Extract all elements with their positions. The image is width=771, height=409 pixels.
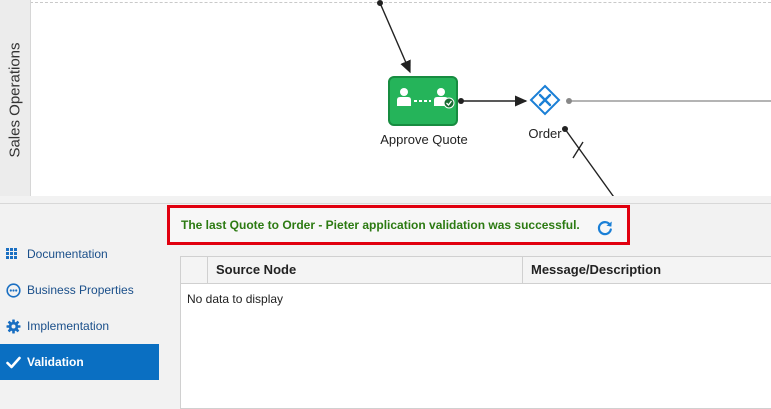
canvas-divider [0,196,771,203]
flow-gateway-default[interactable] [562,126,617,201]
nav-item-validation[interactable]: Validation [0,344,159,380]
flow-into-approve-quote[interactable] [377,0,411,74]
gear-icon [5,318,21,334]
approve-quote-task[interactable] [388,76,458,126]
flow-gateway-right[interactable] [566,98,771,104]
nav-label-documentation: Documentation [27,247,108,261]
column-header-message[interactable]: Message/Description [523,257,771,283]
approve-quote-label: Approve Quote [380,132,468,147]
nav-item-documentation[interactable]: Documentation [0,236,159,272]
column-header-source-node[interactable]: Source Node [208,257,523,283]
check-icon [5,354,21,370]
validation-message: The last Quote to Order - Pieter applica… [181,218,580,232]
sequence-flows [377,0,771,201]
nav-label-implementation: Implementation [27,319,110,333]
business-properties-icon [5,282,21,298]
flow-task-to-gateway[interactable] [458,95,528,107]
diagram-canvas[interactable]: Sales Operations Approve Quote Order [0,0,771,203]
documentation-icon [5,246,21,262]
order-gateway[interactable] [529,84,561,116]
table-header: Source Node Message/Description [181,257,771,284]
refresh-icon[interactable] [596,219,614,237]
side-nav: Documentation Business Properties Implem… [0,204,160,409]
nav-item-implementation[interactable]: Implementation [0,308,159,344]
validation-content: The last Quote to Order - Pieter applica… [160,204,771,409]
exclusive-gateway-icon [529,84,561,116]
nav-label-business-properties: Business Properties [27,283,134,297]
order-gateway-label: Order [528,126,562,141]
column-header-select[interactable] [181,257,208,283]
properties-panel: Documentation Business Properties Implem… [0,203,771,409]
validation-table: Source Node Message/Description No data … [180,256,771,409]
validation-message-box: The last Quote to Order - Pieter applica… [167,205,630,245]
nav-label-validation: Validation [27,355,84,369]
nav-item-business-properties[interactable]: Business Properties [0,272,159,308]
user-task-icon [397,88,455,109]
table-empty-message: No data to display [187,292,284,306]
